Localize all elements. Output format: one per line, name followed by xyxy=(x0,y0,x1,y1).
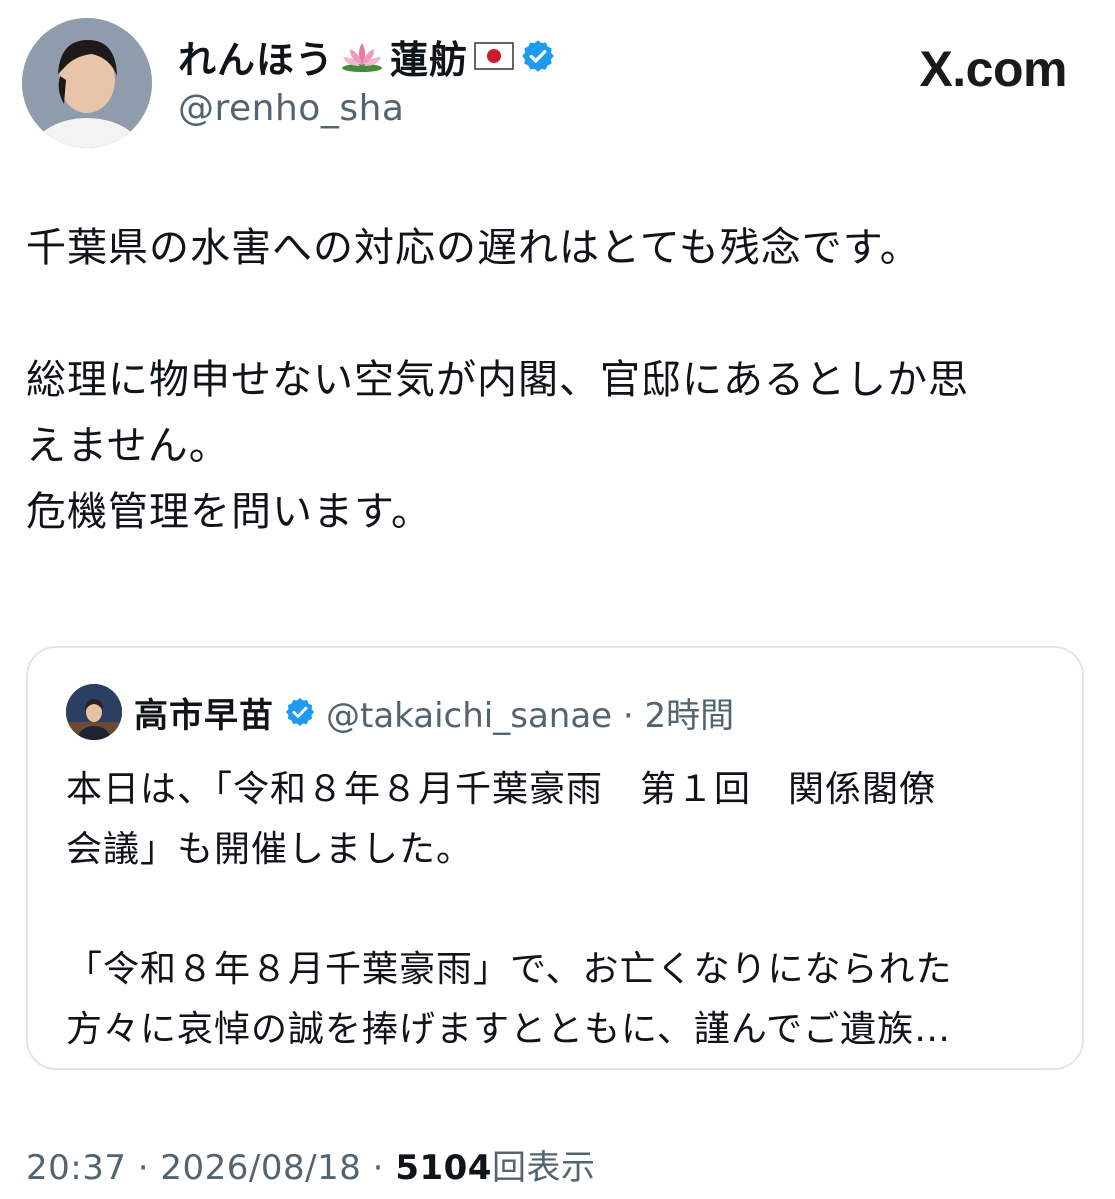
tweet-text-line: 総理に物申せない空気が内閣、官邸にあるとしか思 xyxy=(26,357,969,403)
quoted-handle-and-time: @takaichi_sanae · 2時間 xyxy=(326,695,735,736)
avatar-photo-icon xyxy=(22,18,152,148)
quoted-tweet-card[interactable]: 高市早苗 @takaichi_sanae · 2時間 本日は、「令和８年８月千葉… xyxy=(26,646,1084,1070)
site-watermark: X.com xyxy=(919,41,1067,97)
japan-flag-emoji-icon xyxy=(474,41,514,71)
tweet-text-line: 危機管理を問います。 xyxy=(26,489,432,535)
quoted-verified-badge-icon xyxy=(284,696,316,728)
tweet-header: れんほう 蓮舫 @renho_sha X.com xyxy=(22,18,1085,148)
quoted-display-name: 高市早苗 xyxy=(134,695,274,736)
display-name: れんほう xyxy=(178,37,335,82)
display-name-row[interactable]: れんほう 蓮舫 xyxy=(178,32,556,82)
tweet-screenshot: れんほう 蓮舫 @renho_sha X.com 千葉県の水害への対応の遅れはと… xyxy=(0,0,1115,1199)
quoted-text-line: 本日は、「令和８年８月千葉豪雨 第１回 関係閣僚 xyxy=(66,769,937,810)
views-count: 5104 xyxy=(395,1148,492,1188)
quoted-text-line: 会議」も開催しました。 xyxy=(66,829,474,870)
views-label: 回表示 xyxy=(491,1148,596,1188)
quoted-tweet-header: 高市早苗 @takaichi_sanae · 2時間 xyxy=(66,682,734,742)
tweet-text-line: えません。 xyxy=(26,423,230,469)
tweet-text-line: 千葉県の水害への対応の遅れはとても残念です。 xyxy=(26,225,921,271)
quoted-avatar-photo-icon xyxy=(66,684,122,740)
quoted-avatar xyxy=(66,684,122,740)
author-info: れんほう 蓮舫 @renho_sha xyxy=(178,32,556,129)
tweet-body: 千葉県の水害への対応の遅れはとても残念です。 総理に物申せない空気が内閣、官邸に… xyxy=(26,215,1096,545)
timestamp[interactable]: 20:37 · 2026/08/18 · xyxy=(26,1148,384,1188)
lotus-emoji-icon xyxy=(340,39,384,73)
display-name-kanji: 蓮舫 xyxy=(390,37,469,82)
quoted-text-line: 「令和８年８月千葉豪雨」で、お亡くなりになられた xyxy=(66,949,953,990)
quoted-tweet-body: 本日は、「令和８年８月千葉豪雨 第１回 関係閣僚 会議」も開催しました。 「令和… xyxy=(66,760,1066,1060)
quoted-text-line: 方々に哀悼の誠を捧げますとともに、謹んでご遺族… xyxy=(66,1009,952,1050)
author-handle[interactable]: @renho_sha xyxy=(178,88,556,129)
tweet-meta: 20:37 · 2026/08/18 · 5104回表示 xyxy=(26,1140,595,1189)
verified-badge-icon xyxy=(520,38,556,74)
avatar[interactable] xyxy=(22,18,152,148)
